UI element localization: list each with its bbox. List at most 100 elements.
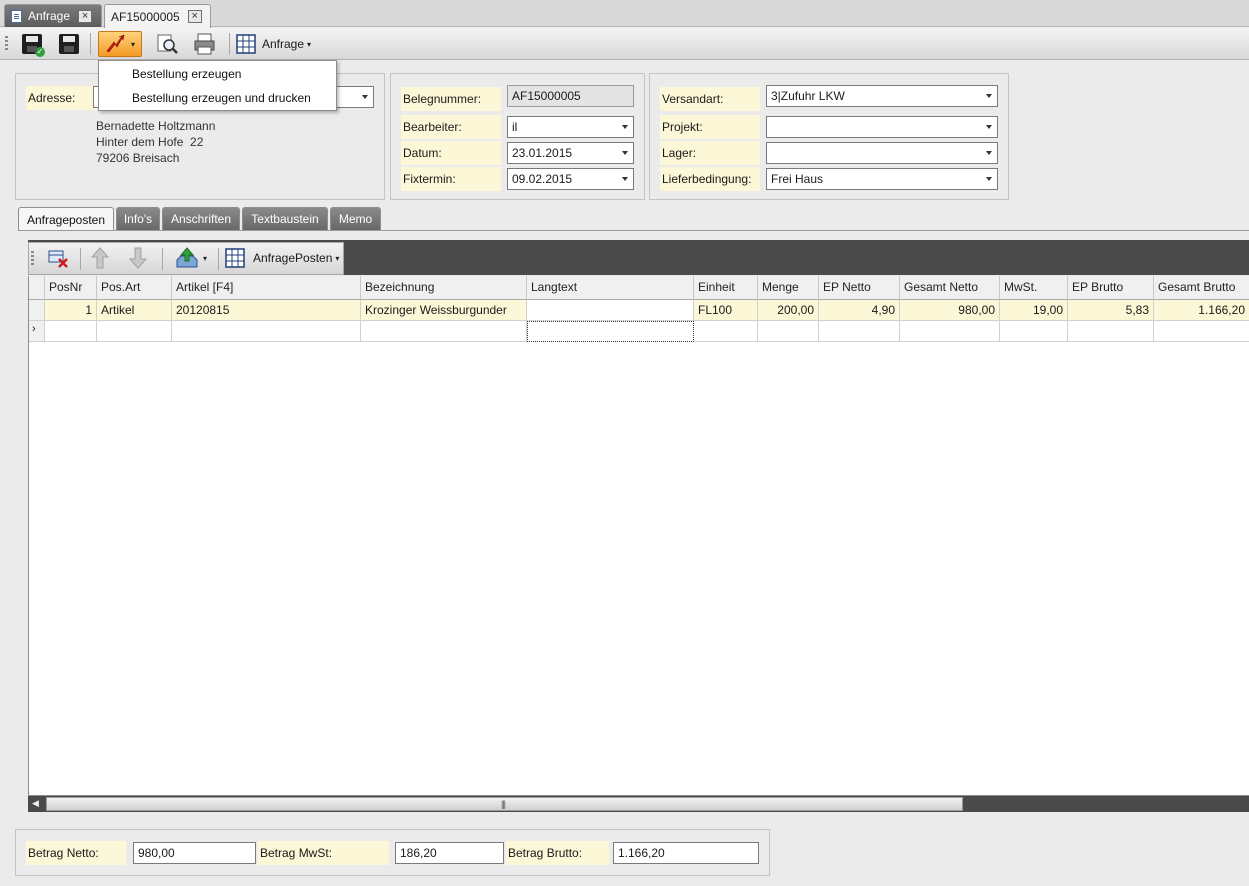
print-button[interactable]: [192, 31, 218, 57]
save-and-close-button[interactable]: ✓: [19, 31, 45, 57]
chevron-down-icon: [622, 151, 628, 155]
new-row-cell[interactable]: [1154, 321, 1249, 342]
column-header-einheit[interactable]: Einheit: [694, 276, 758, 300]
magnifier-document-icon: [157, 34, 178, 54]
cell-ep-brutto[interactable]: 5,83: [1068, 300, 1154, 321]
chevron-down-icon: ▾: [307, 39, 312, 49]
document-icon: [11, 9, 22, 23]
close-icon[interactable]: ×: [187, 10, 202, 23]
column-header-gesamt-brutto[interactable]: Gesamt Brutto: [1154, 276, 1249, 300]
cell-artikel[interactable]: 20120815: [172, 300, 361, 321]
chevron-down-icon: [986, 177, 992, 181]
column-header-bezeichnung[interactable]: Bezeichnung: [361, 276, 527, 300]
new-row-cell[interactable]: [1000, 321, 1068, 342]
toolbar-separator: [80, 248, 81, 270]
address-line-1: Bernadette Holtzmann: [96, 119, 216, 133]
datum-label: Datum:: [401, 141, 501, 165]
scroll-left-icon[interactable]: ◀: [32, 798, 39, 809]
fixtermin-label: Fixtermin:: [401, 167, 501, 191]
chevron-down-icon: ▾: [202, 253, 207, 263]
horizontal-scrollbar[interactable]: ◀ |||: [28, 796, 1249, 812]
tab-textbaustein[interactable]: Textbaustein: [242, 207, 328, 230]
projekt-label: Projekt:: [660, 115, 760, 139]
cell-posnr[interactable]: 1: [45, 300, 97, 321]
move-up-button[interactable]: [87, 245, 113, 271]
column-header-posnr[interactable]: PosNr: [45, 276, 97, 300]
bearbeiter-combobox[interactable]: il: [507, 116, 634, 138]
column-header-menge[interactable]: Menge: [758, 276, 819, 300]
toolbar-separator: [162, 248, 163, 270]
anfrage-menu-button[interactable]: Anfrage ▾: [236, 31, 322, 57]
address-line-2: Hinter dem Hofe 22: [96, 135, 204, 149]
new-row-cell[interactable]: [172, 321, 361, 342]
create-order-button[interactable]: ▾: [98, 31, 142, 57]
preview-button[interactable]: [154, 31, 180, 57]
new-row-cell[interactable]: [819, 321, 900, 342]
cell-posart[interactable]: Artikel: [97, 300, 172, 321]
new-row-cell[interactable]: [694, 321, 758, 342]
new-row-indicator-icon[interactable]: ›: [29, 321, 45, 342]
tab-infos[interactable]: Info's: [116, 207, 160, 230]
close-icon[interactable]: ×: [78, 9, 93, 23]
column-header-posart[interactable]: Pos.Art: [97, 276, 172, 300]
menu-item-bestellung-erzeugen-drucken[interactable]: Bestellung erzeugen und drucken: [132, 91, 311, 105]
cell-menge[interactable]: 200,00: [758, 300, 819, 321]
belegnummer-label: Belegnummer:: [401, 87, 501, 111]
versandart-value: 3|Zufuhr LKW: [771, 89, 845, 103]
cell-bezeichnung[interactable]: Krozinger Weissburgunder: [361, 300, 527, 321]
tab-label: AF15000005: [111, 9, 180, 24]
tab-memo[interactable]: Memo: [330, 207, 381, 230]
toolbar-grip: [5, 36, 8, 52]
column-header-ep-netto[interactable]: EP Netto: [819, 276, 900, 300]
cell-gesamt-netto[interactable]: 980,00: [900, 300, 1000, 321]
column-header-gesamt-netto[interactable]: Gesamt Netto: [900, 276, 1000, 300]
cell-ep-netto[interactable]: 4,90: [819, 300, 900, 321]
versandart-combobox[interactable]: 3|Zufuhr LKW: [766, 85, 998, 107]
delete-row-button[interactable]: [45, 245, 71, 271]
lieferbedingung-combobox[interactable]: Frei Haus: [766, 168, 998, 190]
fixtermin-datepicker[interactable]: 09.02.2015: [507, 168, 634, 190]
scrollbar-thumb[interactable]: |||: [46, 797, 963, 811]
column-header-artikel[interactable]: Artikel [F4]: [172, 276, 361, 300]
address-line-3: 79206 Breisach: [96, 151, 180, 165]
cell-gesamt-brutto[interactable]: 1.166,20: [1154, 300, 1249, 321]
betrag-brutto-field: 1.166,20: [613, 842, 759, 864]
anfrageposten-menu-button[interactable]: AnfragePosten ▾: [225, 245, 343, 271]
new-row-cell[interactable]: [97, 321, 172, 342]
new-row-cell[interactable]: [900, 321, 1000, 342]
lieferbedingung-value: Frei Haus: [771, 172, 824, 186]
new-row-cell[interactable]: [758, 321, 819, 342]
cell-mwst[interactable]: 19,00: [1000, 300, 1068, 321]
focused-cell[interactable]: [527, 321, 694, 342]
new-row-cell[interactable]: [45, 321, 97, 342]
arrow-up-icon: [90, 247, 110, 269]
new-row-cell[interactable]: [1068, 321, 1154, 342]
tab-anfrageposten[interactable]: Anfrageposten: [18, 207, 114, 231]
projekt-combobox[interactable]: [766, 116, 998, 138]
column-header-mwst[interactable]: MwSt.: [1000, 276, 1068, 300]
move-down-button[interactable]: [125, 245, 151, 271]
toolbar-separator: [90, 33, 91, 55]
toolbar-grip: [31, 251, 34, 267]
tab-anschriften[interactable]: Anschriften: [162, 207, 240, 230]
check-icon: ✓: [35, 47, 45, 57]
cell-langtext[interactable]: [527, 300, 694, 321]
lager-combobox[interactable]: [766, 142, 998, 164]
datum-datepicker[interactable]: 23.01.2015: [507, 142, 634, 164]
floppy-disk-icon: ✓: [22, 34, 45, 57]
tab-label: Anfrage: [28, 9, 71, 23]
import-button[interactable]: ▾: [169, 245, 213, 271]
lager-label: Lager:: [660, 141, 760, 165]
grid-layout-icon: [236, 34, 256, 54]
chevron-down-icon: [622, 125, 628, 129]
cell-einheit[interactable]: FL100: [694, 300, 758, 321]
save-button[interactable]: [56, 31, 82, 57]
chevron-down-icon: ▾: [130, 39, 135, 49]
row-header[interactable]: [29, 300, 45, 321]
column-header-langtext[interactable]: Langtext: [527, 276, 694, 300]
menu-item-bestellung-erzeugen[interactable]: Bestellung erzeugen: [132, 67, 241, 81]
new-row-cell[interactable]: [361, 321, 527, 342]
tab-anfrage[interactable]: Anfrage ×: [4, 4, 102, 27]
tab-af15000005[interactable]: AF15000005 ×: [104, 4, 211, 28]
column-header-ep-brutto[interactable]: EP Brutto: [1068, 276, 1154, 300]
